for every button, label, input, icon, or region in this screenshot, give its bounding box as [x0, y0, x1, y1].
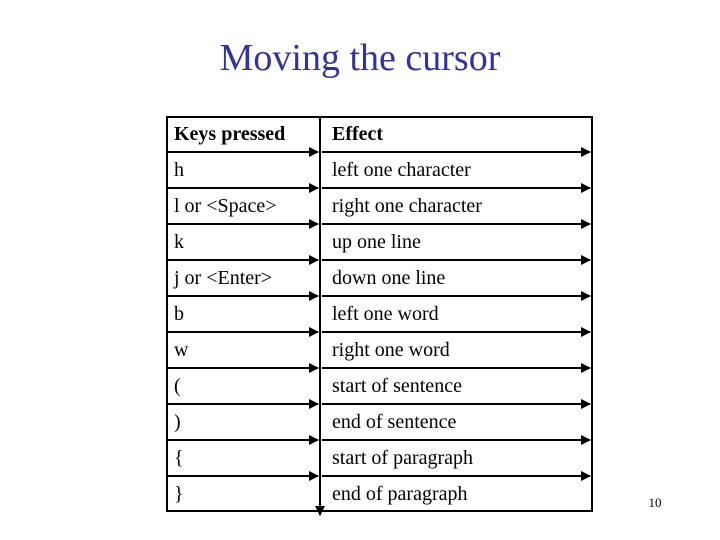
cell-effect: left one character — [332, 159, 471, 181]
table-row: l or <Space> right one character — [166, 188, 593, 224]
cell-effect: right one character — [332, 195, 482, 217]
cell-keys: w — [174, 339, 189, 361]
cell-effect: left one word — [332, 303, 439, 325]
cell-effect: right one word — [332, 339, 450, 361]
page-title: Moving the cursor — [219, 37, 501, 79]
table-row: h left one character — [166, 152, 593, 188]
table-row: ( start of sentence — [166, 368, 593, 404]
column-header-keys-pressed: Keys pressed — [174, 123, 286, 145]
table-row: b left one word — [166, 296, 593, 332]
cell-effect: up one line — [332, 231, 421, 253]
page-number: 10 — [648, 495, 662, 510]
cell-effect: down one line — [332, 267, 446, 289]
table-row: k up one line — [166, 224, 593, 260]
cell-keys: { — [174, 447, 184, 469]
cell-keys: h — [174, 159, 184, 181]
table-header-row: Keys pressed Effect — [166, 116, 593, 152]
table-row: } end of paragraph — [166, 476, 593, 512]
cell-keys: } — [174, 483, 184, 505]
column-header-effect: Effect — [332, 123, 384, 145]
cell-effect: start of paragraph — [332, 447, 474, 469]
cell-keys: ) — [174, 411, 181, 433]
cell-effect: end of sentence — [332, 411, 457, 433]
table-row: j or <Enter> down one line — [166, 260, 593, 296]
cell-keys: j or <Enter> — [174, 267, 273, 289]
cursor-movement-table: Keys pressed Effect h left one character… — [166, 116, 593, 516]
keys-effect-table: Keys pressed Effect h left one character… — [166, 116, 593, 512]
cell-effect: end of paragraph — [332, 483, 468, 505]
cell-effect: start of sentence — [332, 375, 462, 397]
slide-canvas: Moving the cursor Keys pressed Effect h … — [0, 0, 720, 540]
cell-keys: k — [174, 231, 184, 253]
table-row: w right one word — [166, 332, 593, 368]
table-row: ) end of sentence — [166, 404, 593, 440]
cell-keys: b — [174, 303, 184, 325]
cell-keys: ( — [174, 375, 181, 397]
cell-keys: l or <Space> — [174, 195, 277, 217]
table-row: { start of paragraph — [166, 440, 593, 476]
